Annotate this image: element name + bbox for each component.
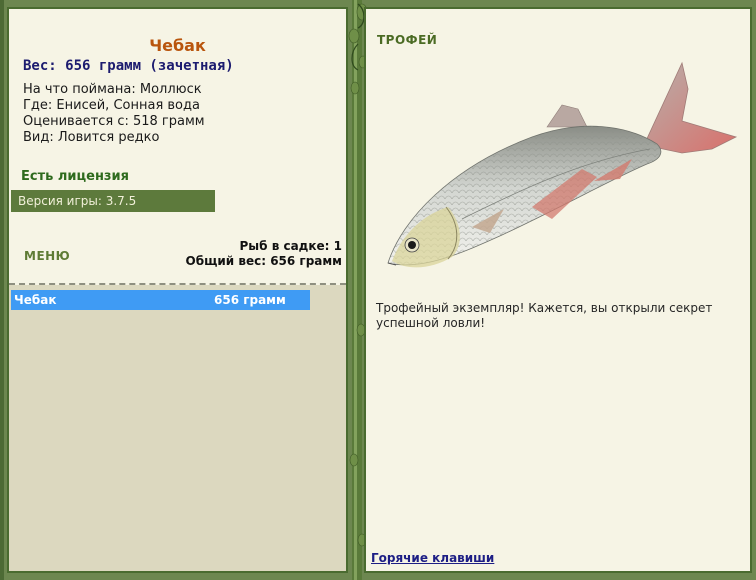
version-bar: Версия игры: 3.7.5 bbox=[11, 190, 215, 212]
fish-illustration bbox=[387, 61, 738, 268]
frame-stripe bbox=[0, 0, 4, 580]
catch-row-name: Чебак bbox=[14, 293, 57, 307]
left-panel: Чебак Вес: 656 грамм (зачетная) На что п… bbox=[7, 7, 348, 573]
info-rarity: Вид: Ловится редко bbox=[23, 130, 160, 145]
menu-button[interactable]: МЕНЮ bbox=[24, 249, 70, 263]
fish-name-title: Чебак bbox=[149, 36, 206, 55]
license-status: Есть лицензия bbox=[21, 169, 129, 184]
info-bait: На что поймана: Моллюск bbox=[23, 82, 202, 97]
catch-row-weight: 656 грамм bbox=[214, 293, 286, 307]
catch-list-row[interactable]: Чебак 656 грамм bbox=[11, 290, 310, 310]
fish-weight: Вес: 656 грамм (зачетная) bbox=[23, 58, 234, 74]
keepnet-total-weight: Общий вес: 656 грамм bbox=[185, 254, 342, 268]
right-panel: ТРОФЕЙ Трофейный экземпляр! Кажется, вы … bbox=[364, 7, 752, 573]
info-min-weight: Оценивается с: 518 грамм bbox=[23, 114, 205, 129]
keepnet-stats: Рыб в садке: 1 Общий вес: 656 грамм bbox=[186, 239, 342, 269]
trophy-message: Трофейный экземпляр! Кажется, вы открыли… bbox=[376, 301, 713, 330]
catch-list-area bbox=[9, 285, 346, 571]
keepnet-count: Рыб в садке: 1 bbox=[239, 239, 343, 253]
trophy-title: ТРОФЕЙ bbox=[377, 33, 438, 47]
info-location: Где: Енисей, Сонная вода bbox=[23, 98, 200, 113]
dashed-divider bbox=[9, 283, 346, 285]
hotkeys-link[interactable]: Горячие клавиши bbox=[371, 551, 494, 565]
